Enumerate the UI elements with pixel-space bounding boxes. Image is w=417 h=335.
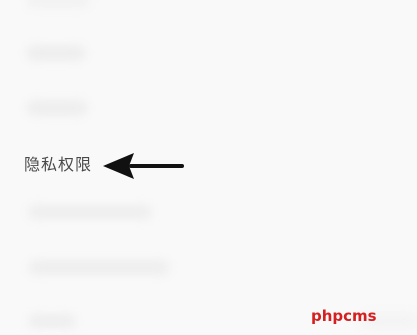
blurred-menu-item[interactable] [26, 45, 86, 61]
settings-menu-list: 隐私权限 [0, 0, 417, 335]
blurred-menu-item[interactable] [26, 0, 90, 8]
left-arrow-icon [103, 153, 184, 179]
blurred-menu-item[interactable] [28, 205, 152, 219]
phpcms-watermark: phpcms [311, 307, 377, 325]
blurred-menu-item[interactable] [26, 100, 88, 116]
settings-screen: 隐私权限 phpcms [0, 0, 417, 335]
blurred-menu-item[interactable] [28, 314, 76, 328]
privacy-permissions-item[interactable]: 隐私权限 [24, 149, 92, 177]
blurred-menu-item[interactable] [28, 260, 170, 275]
privacy-permissions-label: 隐私权限 [24, 155, 93, 174]
